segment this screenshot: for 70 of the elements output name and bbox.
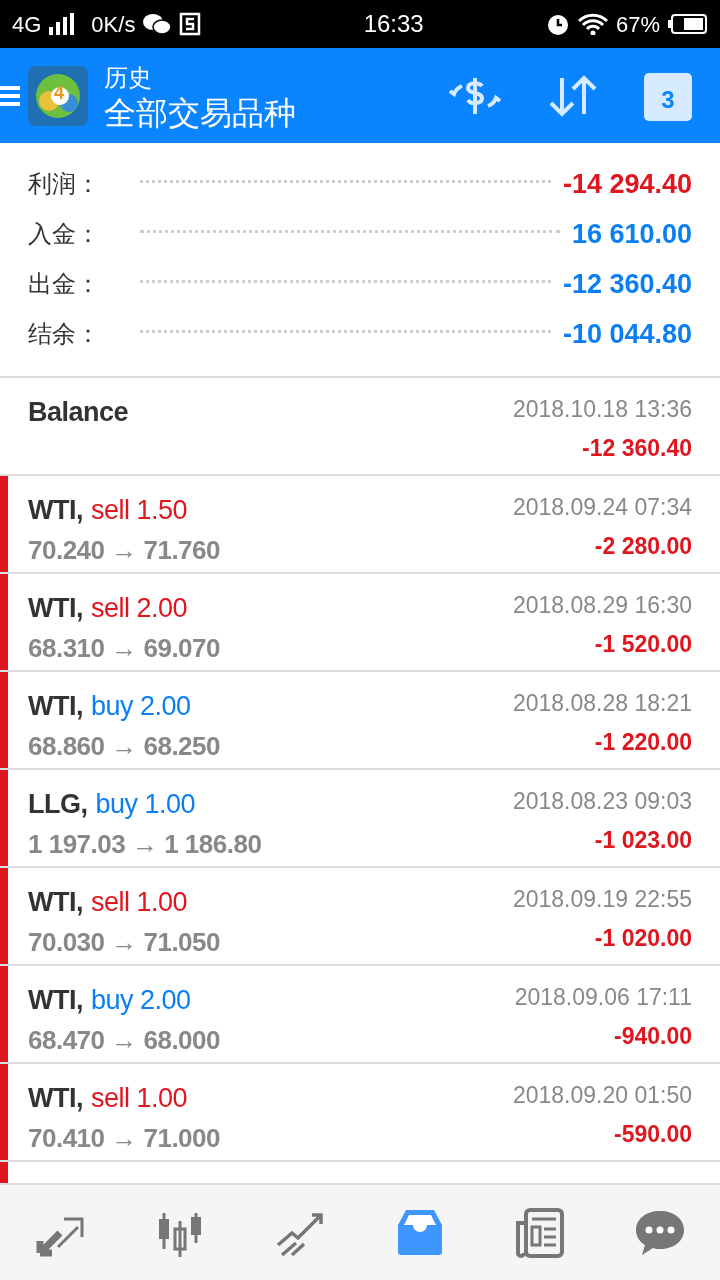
- entry-amount: -12 360.40: [581, 433, 692, 463]
- menu-icon[interactable]: [0, 83, 20, 108]
- trade-time: 2018.08.29 16:30: [512, 591, 692, 620]
- trade-order: sell 1.50: [91, 494, 188, 527]
- trade-time: 2018.08.28 18:21: [512, 689, 692, 718]
- trade-prices: 1 197.03 → 1 186.80: [28, 827, 262, 861]
- trade-symbol: WTI,: [28, 690, 83, 723]
- summary-value: -12 360.40: [562, 267, 692, 301]
- chat-bubbles-icon: [143, 13, 172, 35]
- trade-time: 2018.09.20 01:50: [512, 1081, 692, 1110]
- trade-symbol: WTI,: [28, 592, 83, 625]
- summary-label: 利润：: [28, 169, 100, 199]
- trade-prices: 68.860 → 68.250: [28, 729, 220, 763]
- trade-row[interactable]: WTI, sell 1.00 70.410 → 71.000 2018.09.20 01:50 -590.00: [0, 1064, 720, 1162]
- trade-symbol: WTI,: [28, 494, 83, 527]
- summary-value: 16 610.00: [571, 217, 692, 251]
- network-speed: 0K/s: [91, 10, 136, 39]
- trade-profit: -1 520.00: [593, 629, 692, 659]
- screen-subtitle: 全部交易品种: [104, 95, 296, 132]
- trade-profit: -1 220.00: [593, 727, 692, 757]
- summary-value: -14 294.40: [562, 167, 692, 201]
- trade-order: buy 1.00: [95, 788, 196, 821]
- summary-label: 结余：: [28, 319, 100, 349]
- document-icon: [179, 12, 202, 36]
- trade-order: sell 2.00: [91, 592, 188, 625]
- trade-symbol: WTI,: [28, 1082, 83, 1115]
- logo-numeral: 4: [54, 81, 64, 105]
- summary-label: 出金：: [28, 269, 100, 299]
- sort-arrows-icon[interactable]: [548, 73, 598, 118]
- trade-row[interactable]: WTI, buy 2.00 68.470 → 68.000 2018.09.06 17:11 -940.00: [0, 966, 720, 1064]
- trade-prices: 68.310 → 69.070: [28, 631, 220, 665]
- balance-label: Balance: [28, 396, 129, 429]
- trade-order: sell 1.00: [91, 1082, 188, 1115]
- trade-prices: 70.240 → 71.760: [28, 533, 220, 567]
- trade-row[interactable]: WTI, sell 2.00 68.310 → 69.070 2018.08.29 16:30 -1 520.00: [0, 574, 720, 672]
- calendar-day: 3: [661, 81, 675, 118]
- trade-row[interactable]: WTI, sell 1.50 70.240 → 71.760 2018.09.24 07:34 -2 280.00: [0, 476, 720, 574]
- trade-time: 2018.08.23 09:03: [512, 787, 692, 816]
- trade-row[interactable]: LLG, buy 1.00 1 197.03 → 1 186.80 2018.08.23 09:03 -1 023.00: [0, 770, 720, 868]
- trade-profit: -1 020.00: [593, 923, 692, 953]
- trade-profit: -590.00: [613, 1119, 692, 1149]
- clock: 16:33: [362, 9, 425, 39]
- summary-value: -10 044.80: [562, 317, 692, 351]
- trade-order: sell 1.00: [91, 886, 188, 919]
- screen-title: 历史: [104, 62, 153, 93]
- battery-percent: 67%: [615, 10, 660, 39]
- trade-prices: 68.470 → 68.000: [28, 1023, 220, 1057]
- trade-profit: -940.00: [613, 1021, 692, 1051]
- trade-profit: -1 023.00: [593, 825, 692, 855]
- trade-prices: 70.410 → 71.000: [28, 1121, 220, 1155]
- trade-prices: 70.030 → 71.050: [28, 925, 220, 959]
- trade-symbol: WTI,: [28, 886, 83, 919]
- battery-icon: [668, 13, 708, 35]
- trade-time: 2018.09.06 17:11: [514, 983, 692, 1012]
- trade-profit: -2 280.00: [593, 531, 692, 561]
- signal-icon: [49, 13, 76, 35]
- summary-label: 入金：: [28, 219, 100, 249]
- trade-symbol: LLG,: [28, 788, 88, 821]
- trade-row[interactable]: WTI, buy 2.00 68.860 → 68.250 2018.08.28 18:21 -1 220.00: [0, 672, 720, 770]
- alarm-icon: [545, 12, 570, 36]
- trade-order: buy 2.00: [91, 984, 191, 1017]
- trade-order: buy 2.00: [91, 690, 191, 723]
- trade-row[interactable]: WTI, sell 1.00 70.030 → 71.050 2018.09.19 22:55 -1 020.00: [0, 868, 720, 966]
- trade-time: 2018.09.19 22:55: [512, 885, 692, 914]
- trade-time: 2018.09.24 07:34: [512, 493, 692, 522]
- newspaper-icon: [514, 1206, 566, 1259]
- entry-time: 2018.10.18 13:36: [512, 395, 692, 424]
- trade-symbol: WTI,: [28, 984, 83, 1017]
- wifi-icon: [577, 13, 608, 35]
- network-type: 4G: [12, 10, 42, 39]
